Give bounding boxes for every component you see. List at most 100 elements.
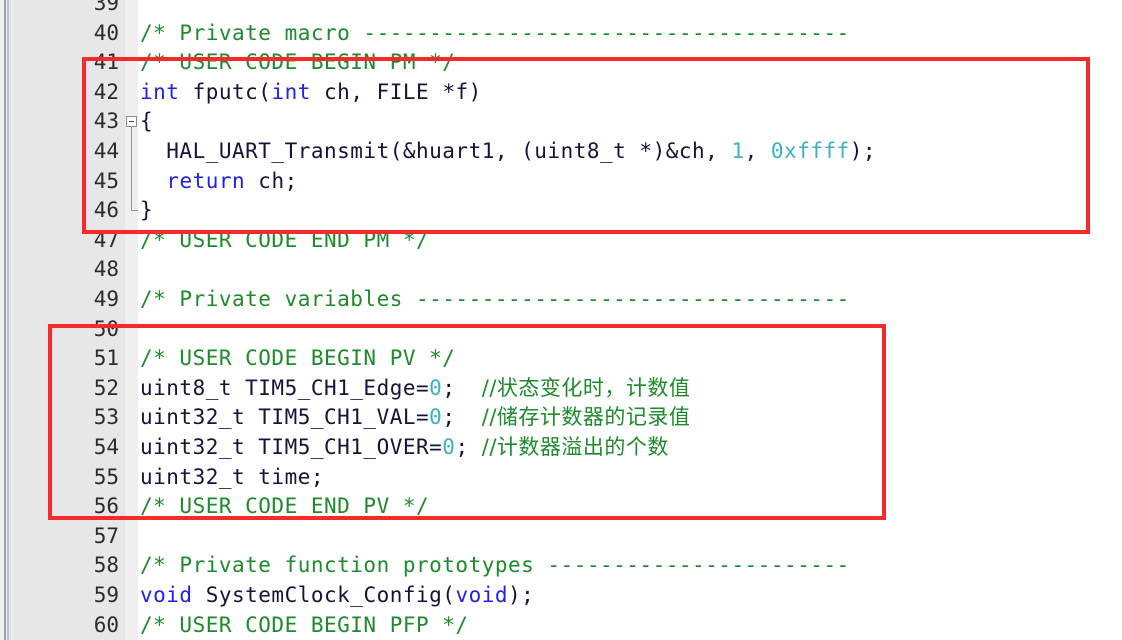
code-token: /* Private variables -------------------… (140, 287, 850, 311)
code-line-text[interactable]: /* Private macro -----------------------… (140, 18, 850, 48)
line-number: 59 (93, 583, 119, 607)
fold-range-end-marker (131, 210, 138, 212)
code-line-text[interactable]: return ch; (140, 166, 298, 196)
line-number: 41 (93, 50, 119, 75)
code-line-text[interactable]: /* Private variables -------------------… (140, 284, 850, 314)
code-line-text[interactable]: uint32_t TIM5_CH1_VAL=0; //储存计数器的记录值 (140, 402, 690, 432)
code-line[interactable]: 53 uint32_t TIM5_CH1_VAL=0; //储存计数器的记录值 (0, 402, 1122, 432)
code-line-text[interactable]: /* USER CODE BEGIN PFP */ (140, 610, 469, 640)
code-token: //储存计数器的记录值 (481, 405, 691, 430)
code-line[interactable]: 49 /* Private variables -----------------… (0, 284, 1122, 314)
line-number: 46 (93, 198, 119, 223)
code-line[interactable]: 46} (0, 195, 1122, 225)
code-token: SystemClock_Config( (192, 583, 456, 607)
code-line-text[interactable]: /* USER CODE END PV */ (140, 491, 429, 521)
code-token: //计数器溢出的个数 (481, 435, 669, 459)
code-token: /* USER CODE BEGIN PV */ (140, 346, 456, 371)
code-token: /* Private function prototypes ---------… (140, 553, 850, 578)
code-line[interactable]: 52 uint8_t TIM5_CH1_Edge=0; //状态变化时，计数值 (0, 373, 1122, 403)
code-line-text[interactable]: HAL_UART_Transmit(&huart1, (uint8_t *)&c… (140, 136, 876, 166)
code-token: uint32_t time; (140, 464, 325, 489)
code-line[interactable]: 44 HAL_UART_Transmit(&huart1, (uint8_t *… (0, 136, 1122, 166)
code-line-text[interactable]: void SystemClock_Config(void); (140, 580, 534, 610)
code-line-text[interactable]: uint32_t time; (140, 462, 324, 492)
code-token: 0xffff (770, 139, 850, 163)
code-token: ; (455, 435, 482, 459)
code-token: uint8_t TIM5_CH1_Edge= (140, 375, 430, 400)
line-number: 50 (93, 316, 119, 341)
code-line[interactable]: 47 /* USER CODE END PM */ (0, 225, 1122, 255)
code-line-text[interactable]: /* Private function prototypes ---------… (140, 550, 850, 580)
code-token: ); (849, 139, 877, 163)
code-line-text[interactable]: } (140, 195, 153, 225)
code-token: 1 (731, 139, 745, 163)
line-number: 51 (93, 346, 119, 371)
code-line[interactable]: 57 (0, 521, 1122, 551)
code-token: //状态变化时，计数值 (481, 375, 691, 400)
code-token: uint32_t TIM5_CH1_VAL= (140, 405, 430, 430)
code-token: ; (442, 375, 482, 400)
code-line[interactable]: 43 { (0, 106, 1122, 136)
code-token: int (271, 79, 311, 104)
code-line-text[interactable]: /* USER CODE BEGIN PV */ (140, 343, 455, 373)
code-token: , (744, 139, 771, 163)
code-token: /* Private macro -----------------------… (140, 20, 850, 45)
code-line[interactable]: 55 uint32_t time; (0, 462, 1122, 492)
line-number: 60 (93, 612, 119, 637)
line-number: 54 (93, 435, 119, 459)
code-token: ch; (245, 168, 298, 193)
code-token: } (140, 198, 154, 223)
code-line[interactable]: 39 (0, 0, 1122, 18)
window-edge-line-middle (7, 0, 9, 640)
code-line-text[interactable]: /* USER CODE END PM */ (140, 225, 429, 255)
line-number: 53 (93, 405, 119, 430)
code-line[interactable]: 50 (0, 314, 1122, 344)
line-number: 47 (93, 227, 119, 252)
line-number: 58 (93, 553, 119, 578)
code-line-text[interactable]: uint8_t TIM5_CH1_Edge=0; //状态变化时，计数值 (140, 373, 690, 403)
code-token: void (140, 583, 193, 607)
code-line-text[interactable]: { (140, 106, 153, 136)
line-number: 56 (93, 494, 119, 519)
code-line[interactable]: 42 int fputc(int ch, FILE *f) (0, 77, 1122, 107)
code-token: int (140, 79, 180, 104)
code-token: ; (442, 405, 482, 430)
code-token: uint32_t TIM5_CH1_OVER= (140, 435, 443, 459)
code-line-text[interactable]: /* USER CODE BEGIN PM */ (140, 47, 455, 77)
code-token: /* USER CODE END PV */ (140, 494, 430, 519)
fold-range-line (131, 127, 132, 211)
code-line[interactable]: 51 /* USER CODE BEGIN PV */ (0, 343, 1122, 373)
code-line[interactable]: 48 (0, 254, 1122, 284)
code-line[interactable]: 54 uint32_t TIM5_CH1_OVER=0; //计数器溢出的个数 (0, 432, 1122, 462)
code-line-text[interactable]: uint32_t TIM5_CH1_OVER=0; //计数器溢出的个数 (140, 432, 669, 462)
line-number: 48 (93, 257, 119, 282)
code-editor-view[interactable]: 39 40 /* Private macro -------------------… (0, 0, 1122, 640)
code-token: /* USER CODE BEGIN PFP */ (140, 612, 469, 637)
code-lines-container[interactable]: 39 40 /* Private macro -------------------… (0, 0, 1122, 640)
window-edge-line-inner (10, 0, 11, 640)
line-number: 43 (93, 109, 119, 134)
code-line[interactable]: 59 void SystemClock_Config(void); (0, 580, 1122, 610)
code-line[interactable]: 60 /* USER CODE BEGIN PFP */ (0, 610, 1122, 640)
code-token: HAL_UART_Transmit(&huart1, (uint8_t *)&c… (140, 139, 732, 163)
code-line[interactable]: 40 /* Private macro ---------------------… (0, 18, 1122, 48)
line-number: 44 (93, 139, 119, 163)
window-edge-line-outer (4, 0, 6, 640)
fold-collapse-icon[interactable] (126, 116, 137, 128)
code-line[interactable]: 58 /* Private function prototypes -------… (0, 550, 1122, 580)
line-number: 42 (93, 79, 119, 104)
code-line[interactable]: 56 /* USER CODE END PV */ (0, 491, 1122, 521)
code-token: void (455, 583, 509, 607)
line-number: 45 (93, 168, 119, 193)
code-token: return (166, 168, 246, 193)
line-number: 49 (93, 287, 119, 311)
code-token: 0 (429, 405, 443, 430)
line-number: 52 (93, 375, 119, 400)
code-line-text[interactable]: int fputc(int ch, FILE *f) (140, 77, 482, 107)
code-line[interactable]: 45 return ch; (0, 166, 1122, 196)
code-token: ch, FILE *f) (310, 79, 482, 104)
code-line[interactable]: 41 /* USER CODE BEGIN PM */ (0, 47, 1122, 77)
line-number: 39 (93, 0, 119, 15)
code-token: ); (508, 583, 535, 607)
